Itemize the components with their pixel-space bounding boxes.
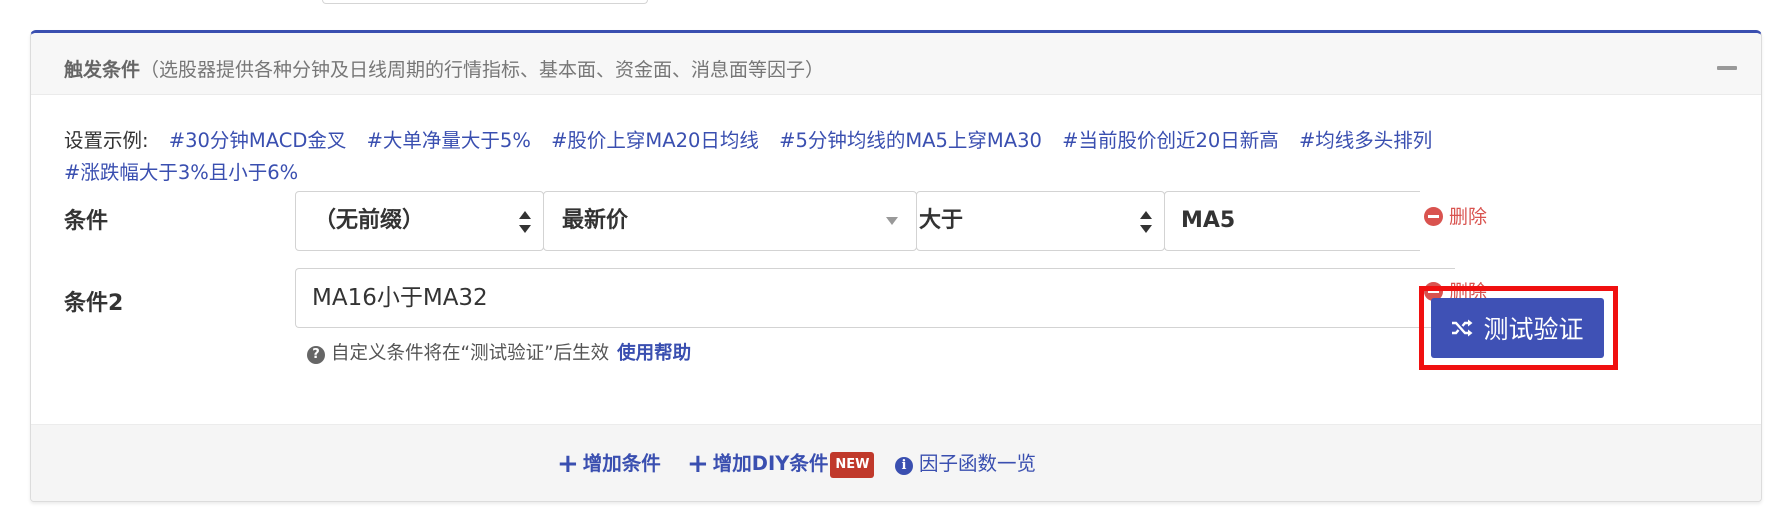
panel-header[interactable]: 触发条件（选股器提供各种分钟及日线周期的行情指标、基本面、资金面、消息面等因子） (31, 33, 1761, 95)
test-verify-button[interactable]: 测试验证 (1431, 298, 1604, 358)
add-diy-condition-button[interactable]: + 增加DIY条件 NEW (687, 449, 875, 479)
panel-footer: + 增加条件 + 增加DIY条件 NEW i 因子函数一览 (31, 424, 1761, 501)
delete-condition-1-button[interactable]: 删除 (1424, 205, 1487, 229)
example-tag[interactable]: #大单净量大于5% (367, 129, 531, 152)
shuffle-icon (1452, 319, 1473, 337)
compare-value-text: MA5 (1181, 208, 1236, 233)
test-verify-label: 测试验证 (1483, 315, 1584, 344)
delete-label: 删除 (1449, 206, 1488, 228)
example-tag[interactable]: #涨跌幅大于3%且小于6% (64, 161, 298, 184)
compare-value-input[interactable]: MA5 (1164, 191, 1420, 251)
panel-title: 触发条件（选股器提供各种分钟及日线周期的行情指标、基本面、资金面、消息面等因子） (64, 55, 824, 82)
operator-select[interactable]: 大于 (916, 191, 1165, 251)
example-tag[interactable]: #均线多头排列 (1299, 129, 1432, 152)
question-circle-icon: ? (307, 346, 325, 364)
previous-input-edge (322, 0, 648, 4)
condition-2-label: 条件2 (64, 291, 124, 316)
plus-icon: + (687, 449, 709, 479)
indicator-select-value: 最新价 (562, 208, 629, 233)
trigger-conditions-panel: 触发条件（选股器提供各种分钟及日线周期的行情指标、基本面、资金面、消息面等因子）… (30, 30, 1762, 502)
example-list: 设置示例: #30分钟MACD金叉 #大单净量大于5% #股价上穿MA20日均线… (64, 125, 1684, 189)
custom-condition-input[interactable]: MA16小于MA32 (295, 268, 1455, 328)
minus-circle-icon (1424, 207, 1443, 226)
custom-condition-text: MA16小于MA32 (312, 285, 488, 311)
add-condition-button[interactable]: + 增加条件 (557, 449, 661, 479)
plus-icon: + (557, 449, 579, 479)
panel-title-main: 触发条件 (64, 59, 141, 81)
examples-label: 设置示例: (64, 129, 149, 152)
hint-text: 自定义条件将在“测试验证”后生效 (331, 343, 610, 364)
panel-title-note: （选股器提供各种分钟及日线周期的行情指标、基本面、资金面、消息面等因子） (140, 59, 825, 81)
example-tag[interactable]: #30分钟MACD金叉 (169, 129, 347, 152)
factor-list-link[interactable]: i 因子函数一览 (895, 452, 1036, 476)
operator-select-value: 大于 (919, 208, 964, 233)
collapse-icon[interactable] (1717, 66, 1737, 70)
new-badge: NEW (830, 452, 875, 478)
chevron-down-icon (886, 217, 898, 225)
example-tag[interactable]: #5分钟均线的MA5上穿MA30 (779, 129, 1042, 152)
info-circle-icon: i (895, 457, 913, 475)
example-tag[interactable]: #当前股价创近20日新高 (1062, 129, 1279, 152)
help-link[interactable]: 使用帮助 (617, 343, 691, 364)
select-updown-icon (519, 211, 531, 233)
custom-condition-hint: ? 自定义条件将在“测试验证”后生效 使用帮助 (307, 339, 691, 365)
indicator-select[interactable]: 最新价 (543, 191, 917, 251)
factor-list-label: 因子函数一览 (919, 452, 1037, 475)
example-tag[interactable]: #股价上穿MA20日均线 (551, 129, 759, 152)
select-updown-icon (1140, 211, 1152, 233)
add-condition-label: 增加条件 (582, 452, 661, 475)
prefix-select-value: （无前缀） (314, 208, 425, 233)
add-diy-condition-label: 增加DIY条件 (712, 452, 829, 475)
condition-1-label: 条件 (64, 209, 109, 234)
prefix-select[interactable]: （无前缀） (295, 191, 544, 251)
